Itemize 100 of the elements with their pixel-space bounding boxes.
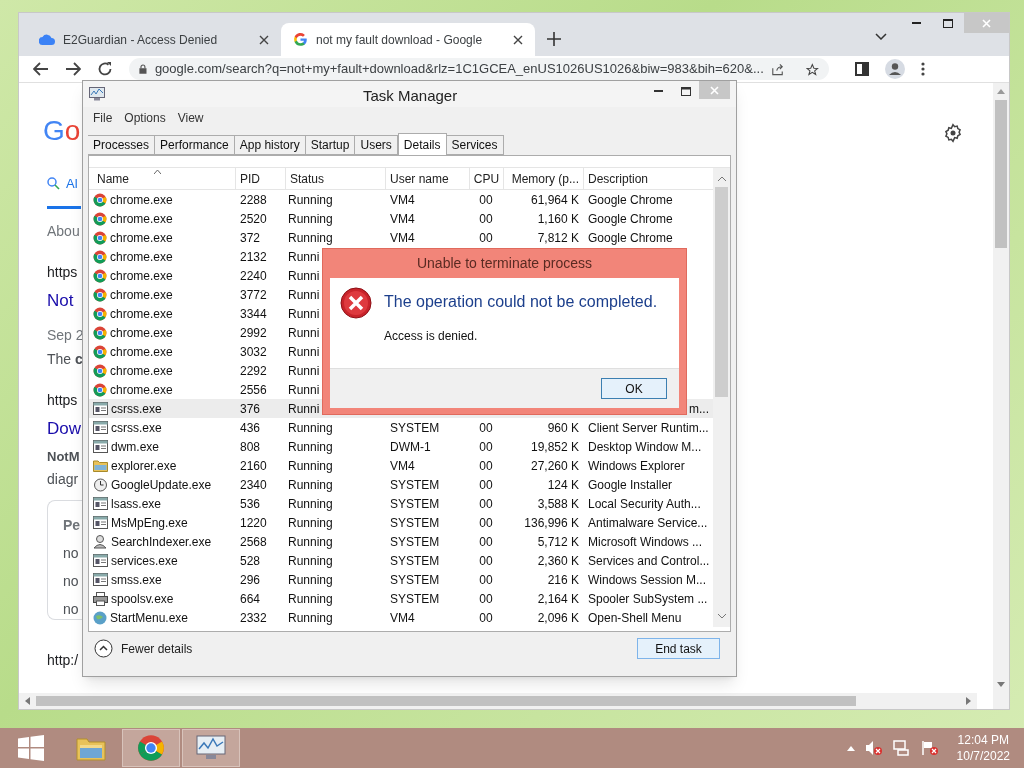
result-text: https [47, 262, 78, 282]
process-name: MsMpEng.exe [111, 514, 188, 532]
description-cell: Client Server Runtim... [588, 420, 709, 435]
user-cell: VM4 [390, 610, 415, 625]
window-title: Task Manager [363, 86, 458, 106]
pid-cell: 536 [240, 496, 261, 511]
process-name: SearchIndexer.exe [111, 533, 212, 551]
cpu-cell: 00 [479, 477, 493, 492]
description-cell: Spooler SubSystem ... [588, 591, 708, 606]
description-cell: Microsoft Windows ... [588, 534, 703, 549]
memory-cell: 1,160 K [537, 211, 579, 226]
user-cell: SYSTEM [390, 572, 440, 587]
status-cell: Runni [288, 268, 320, 283]
status-cell: Running [288, 610, 333, 625]
memory-cell: 7,812 K [537, 230, 579, 245]
description-cell: Antimalware Service... [588, 515, 708, 530]
cpu-cell: 00 [479, 553, 493, 568]
tab-title: E2Guardian - Access Denied [63, 31, 219, 49]
description-cell: Local Security Auth... [588, 496, 701, 511]
memory-cell: 2,360 K [537, 553, 579, 568]
pid-cell: 2992 [240, 325, 267, 340]
status-cell: Runni [288, 306, 320, 321]
description-cell: Google Installer [588, 477, 673, 492]
status-cell: Runni [288, 401, 320, 416]
process-name: chrome.exe [110, 229, 173, 247]
pid-cell: 2568 [240, 534, 267, 549]
cpu-cell: 00 [479, 572, 493, 587]
status-cell: Running [288, 572, 333, 587]
pid-cell: 1220 [240, 515, 267, 530]
user-cell: SYSTEM [390, 477, 440, 492]
dialog-heading: The operation could not be completed. [384, 292, 658, 312]
memory-cell: 136,996 K [524, 515, 579, 530]
status-cell: Running [288, 591, 333, 606]
cpu-cell: 00 [479, 591, 493, 606]
process-name: explorer.exe [111, 457, 177, 475]
pid-cell: 664 [240, 591, 261, 606]
status-cell: Running [288, 477, 333, 492]
process-name: chrome.exe [110, 324, 173, 342]
card-text: no [63, 544, 79, 563]
process-name: csrss.exe [111, 400, 162, 418]
cpu-cell: 00 [479, 610, 493, 625]
tab-title: not my fault download - Google [316, 31, 484, 49]
user-cell: VM4 [390, 192, 415, 207]
memory-cell: 216 K [547, 572, 579, 587]
result-text: http:/ [47, 651, 79, 670]
user-cell: SYSTEM [390, 515, 440, 530]
description-cell: Windows Session M... [588, 572, 707, 587]
status-cell: Runni [288, 325, 320, 340]
status-cell: Running [288, 211, 333, 226]
google-logo: Go [43, 116, 81, 146]
process-name: csrss.exe [111, 419, 162, 437]
status-cell: Running [288, 192, 333, 207]
process-name: GoogleUpdate.exe [111, 476, 212, 494]
status-cell: Runni [288, 249, 320, 264]
url-text: google.com/search?q=not+my+fault+download&rlz=1C1GCEA_enUS1026US1026&biw=983&bih=620&... [154, 61, 764, 77]
card-text: no [63, 572, 79, 591]
pid-cell: 3032 [240, 344, 267, 359]
process-name: chrome.exe [110, 343, 173, 361]
cpu-cell: 00 [479, 420, 493, 435]
pid-cell: 376 [240, 401, 261, 416]
cpu-cell: 00 [479, 496, 493, 511]
cpu-cell: 00 [479, 534, 493, 549]
cpu-cell: 00 [479, 458, 493, 473]
dialog-message: Access is denied. [384, 328, 479, 345]
card-heading: Pe [63, 516, 81, 535]
user-cell: DWM-1 [390, 439, 431, 454]
pid-cell: 372 [240, 230, 261, 245]
process-name: chrome.exe [110, 381, 173, 399]
memory-cell: 124 K [547, 477, 579, 492]
user-cell: SYSTEM [390, 420, 440, 435]
pid-cell: 808 [240, 439, 261, 454]
pid-cell: 436 [240, 420, 261, 435]
memory-cell: 2,164 K [537, 591, 579, 606]
user-cell: SYSTEM [390, 496, 440, 511]
pid-cell: 528 [240, 553, 261, 568]
memory-cell: 5,712 K [537, 534, 579, 549]
cpu-cell: 00 [479, 515, 493, 530]
process-name: chrome.exe [110, 248, 173, 266]
process-name: chrome.exe [110, 305, 173, 323]
result-text: NotM [47, 447, 80, 466]
status-cell: Running [288, 534, 333, 549]
status-cell: Running [288, 230, 333, 245]
user-cell: SYSTEM [390, 553, 440, 568]
memory-cell: 960 K [547, 420, 579, 435]
process-name: services.exe [111, 552, 178, 570]
user-cell: VM4 [390, 211, 415, 226]
process-name: chrome.exe [110, 210, 173, 228]
status-cell: Running [288, 496, 333, 511]
memory-cell: 61,964 K [530, 192, 579, 207]
dialog-title: Unable to terminate process [416, 254, 593, 273]
status-cell: Runni [288, 344, 320, 359]
user-cell: SYSTEM [390, 591, 440, 606]
status-cell: Running [288, 439, 333, 454]
process-name: chrome.exe [110, 191, 173, 209]
status-cell: Running [288, 420, 333, 435]
status-cell: Runni [288, 287, 320, 302]
process-name: lsass.exe [111, 495, 162, 513]
pid-cell: 2288 [240, 192, 267, 207]
pid-cell: 2556 [240, 382, 267, 397]
description-cell: Google Chrome [588, 192, 673, 207]
